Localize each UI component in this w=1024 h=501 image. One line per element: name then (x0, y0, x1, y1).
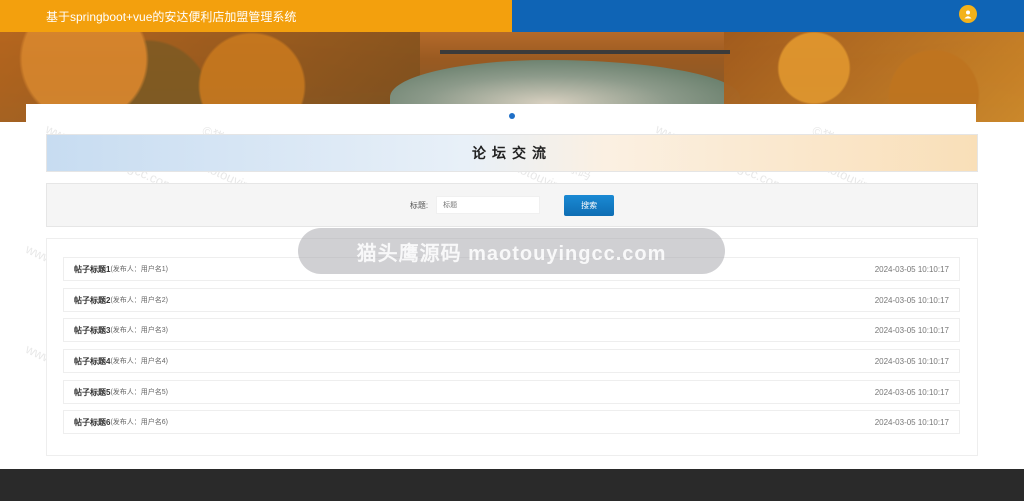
post-title[interactable]: 帖子标题3 (74, 325, 110, 336)
post-title[interactable]: 帖子标题6 (74, 417, 110, 428)
post-time: 2024-03-05 10:10:17 (874, 325, 949, 335)
post-time: 2024-03-05 10:10:17 (874, 295, 949, 305)
post-row[interactable]: 帖子标题6 (发布人：用户名6) 2024-03-05 10:10:17 (63, 410, 960, 434)
post-time: 2024-03-05 10:10:17 (874, 417, 949, 427)
post-author: (发布人：用户名5) (110, 389, 169, 396)
post-row[interactable]: 帖子标题3 (发布人：用户名3) 2024-03-05 10:10:17 (63, 318, 960, 342)
search-input[interactable] (436, 196, 541, 214)
search-label: 标题: (409, 200, 429, 210)
post-row[interactable]: 帖子标题2 (发布人：用户名2) 2024-03-05 10:10:17 (63, 288, 960, 312)
post-author: (发布人：用户名6) (110, 419, 169, 426)
section-title: 论坛交流 (472, 145, 552, 161)
site-title[interactable]: 基于springboot+vue的安达便利店加盟管理系统 (46, 8, 296, 25)
post-title[interactable]: 帖子标题2 (74, 295, 110, 306)
banner-bridge (440, 50, 730, 54)
top-header: 基于springboot+vue的安达便利店加盟管理系统 (0, 0, 1024, 32)
post-title[interactable]: 帖子标题5 (74, 387, 110, 398)
footer (0, 469, 1024, 501)
search-button[interactable]: 搜索 (564, 194, 615, 216)
post-title[interactable]: 帖子标题4 (74, 356, 110, 367)
post-author: (发布人：用户名2) (110, 297, 169, 304)
post-row[interactable]: 帖子标题5 (发布人：用户名5) 2024-03-05 10:10:17 (63, 380, 960, 404)
post-row[interactable]: 帖子标题4 (发布人：用户名4) 2024-03-05 10:10:17 (63, 349, 960, 373)
carousel-indicator-dot[interactable] (509, 113, 515, 119)
header-right (512, 0, 1024, 32)
user-icon[interactable] (959, 5, 977, 23)
post-author: (发布人：用户名1) (110, 266, 169, 273)
search-panel: 标题: 搜索 (46, 183, 978, 227)
header-left: 基于springboot+vue的安达便利店加盟管理系统 (0, 0, 512, 32)
post-time: 2024-03-05 10:10:17 (874, 356, 949, 366)
post-author: (发布人：用户名3) (110, 327, 169, 334)
post-time: 2024-03-05 10:10:17 (874, 387, 949, 397)
section-header: 论坛交流 (46, 134, 978, 172)
watermark-text: 猫头鹰源码 maotouyingcc.com (356, 242, 667, 265)
post-time: 2024-03-05 10:10:17 (874, 264, 949, 274)
watermark-overlay: 猫头鹰源码 maotouyingcc.com (298, 228, 725, 274)
post-author: (发布人：用户名4) (110, 358, 169, 365)
post-title[interactable]: 帖子标题1 (74, 264, 110, 275)
